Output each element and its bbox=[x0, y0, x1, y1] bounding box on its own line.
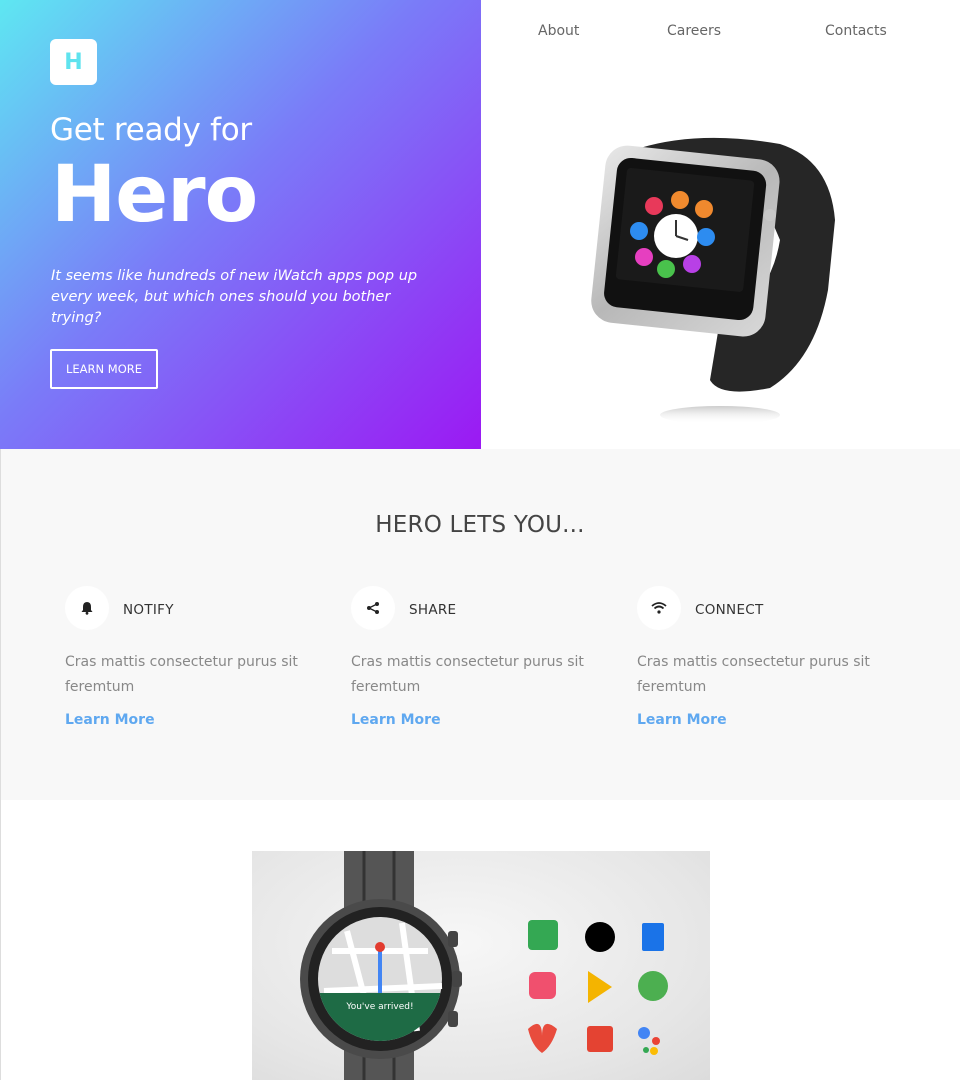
hero-description: It seems like hundreds of new iWatch app… bbox=[51, 268, 418, 326]
feature-text: Cras mattis consectetur purus sit feremt… bbox=[65, 654, 298, 695]
hero-subtitle: Get ready for bbox=[50, 112, 252, 148]
hero-gradient-panel: H Get ready for Hero It seems like hundr… bbox=[0, 0, 481, 449]
feature-text: Cras mattis consectetur purus sit feremt… bbox=[637, 654, 870, 695]
smartwatch-image bbox=[580, 130, 850, 430]
features-section: HERO LETS YOU... NOTIFY Cras mattis cons… bbox=[0, 449, 960, 800]
features-title: HERO LETS YOU... bbox=[375, 512, 585, 538]
watch-message: You've arrived! bbox=[346, 1002, 414, 1012]
promo-image: You've arrived! bbox=[252, 851, 710, 1080]
feature-name: CONNECT bbox=[695, 602, 764, 618]
feature-learn-more-link[interactable]: Learn More bbox=[351, 712, 441, 728]
feature-name: NOTIFY bbox=[123, 602, 174, 618]
feature-learn-more-link[interactable]: Learn More bbox=[65, 712, 155, 728]
nav-about[interactable]: About bbox=[538, 23, 579, 39]
hero-title: Hero bbox=[51, 150, 258, 240]
feature-name: SHARE bbox=[409, 602, 457, 618]
feature-text: Cras mattis consectetur purus sit feremt… bbox=[351, 654, 584, 695]
share-icon bbox=[351, 586, 395, 630]
hero-section: H Get ready for Hero It seems like hundr… bbox=[0, 0, 960, 449]
feature-learn-more-link[interactable]: Learn More bbox=[637, 712, 727, 728]
bell-icon bbox=[65, 586, 109, 630]
nav-careers[interactable]: Careers bbox=[667, 23, 721, 39]
logo[interactable]: H bbox=[50, 39, 97, 85]
logo-letter: H bbox=[64, 49, 83, 75]
page-edge bbox=[0, 449, 1, 1080]
top-nav: About Careers Contacts bbox=[481, 23, 960, 43]
wifi-icon bbox=[637, 586, 681, 630]
learn-more-button[interactable]: LEARN MORE bbox=[50, 349, 158, 389]
nav-contacts[interactable]: Contacts bbox=[825, 23, 887, 39]
